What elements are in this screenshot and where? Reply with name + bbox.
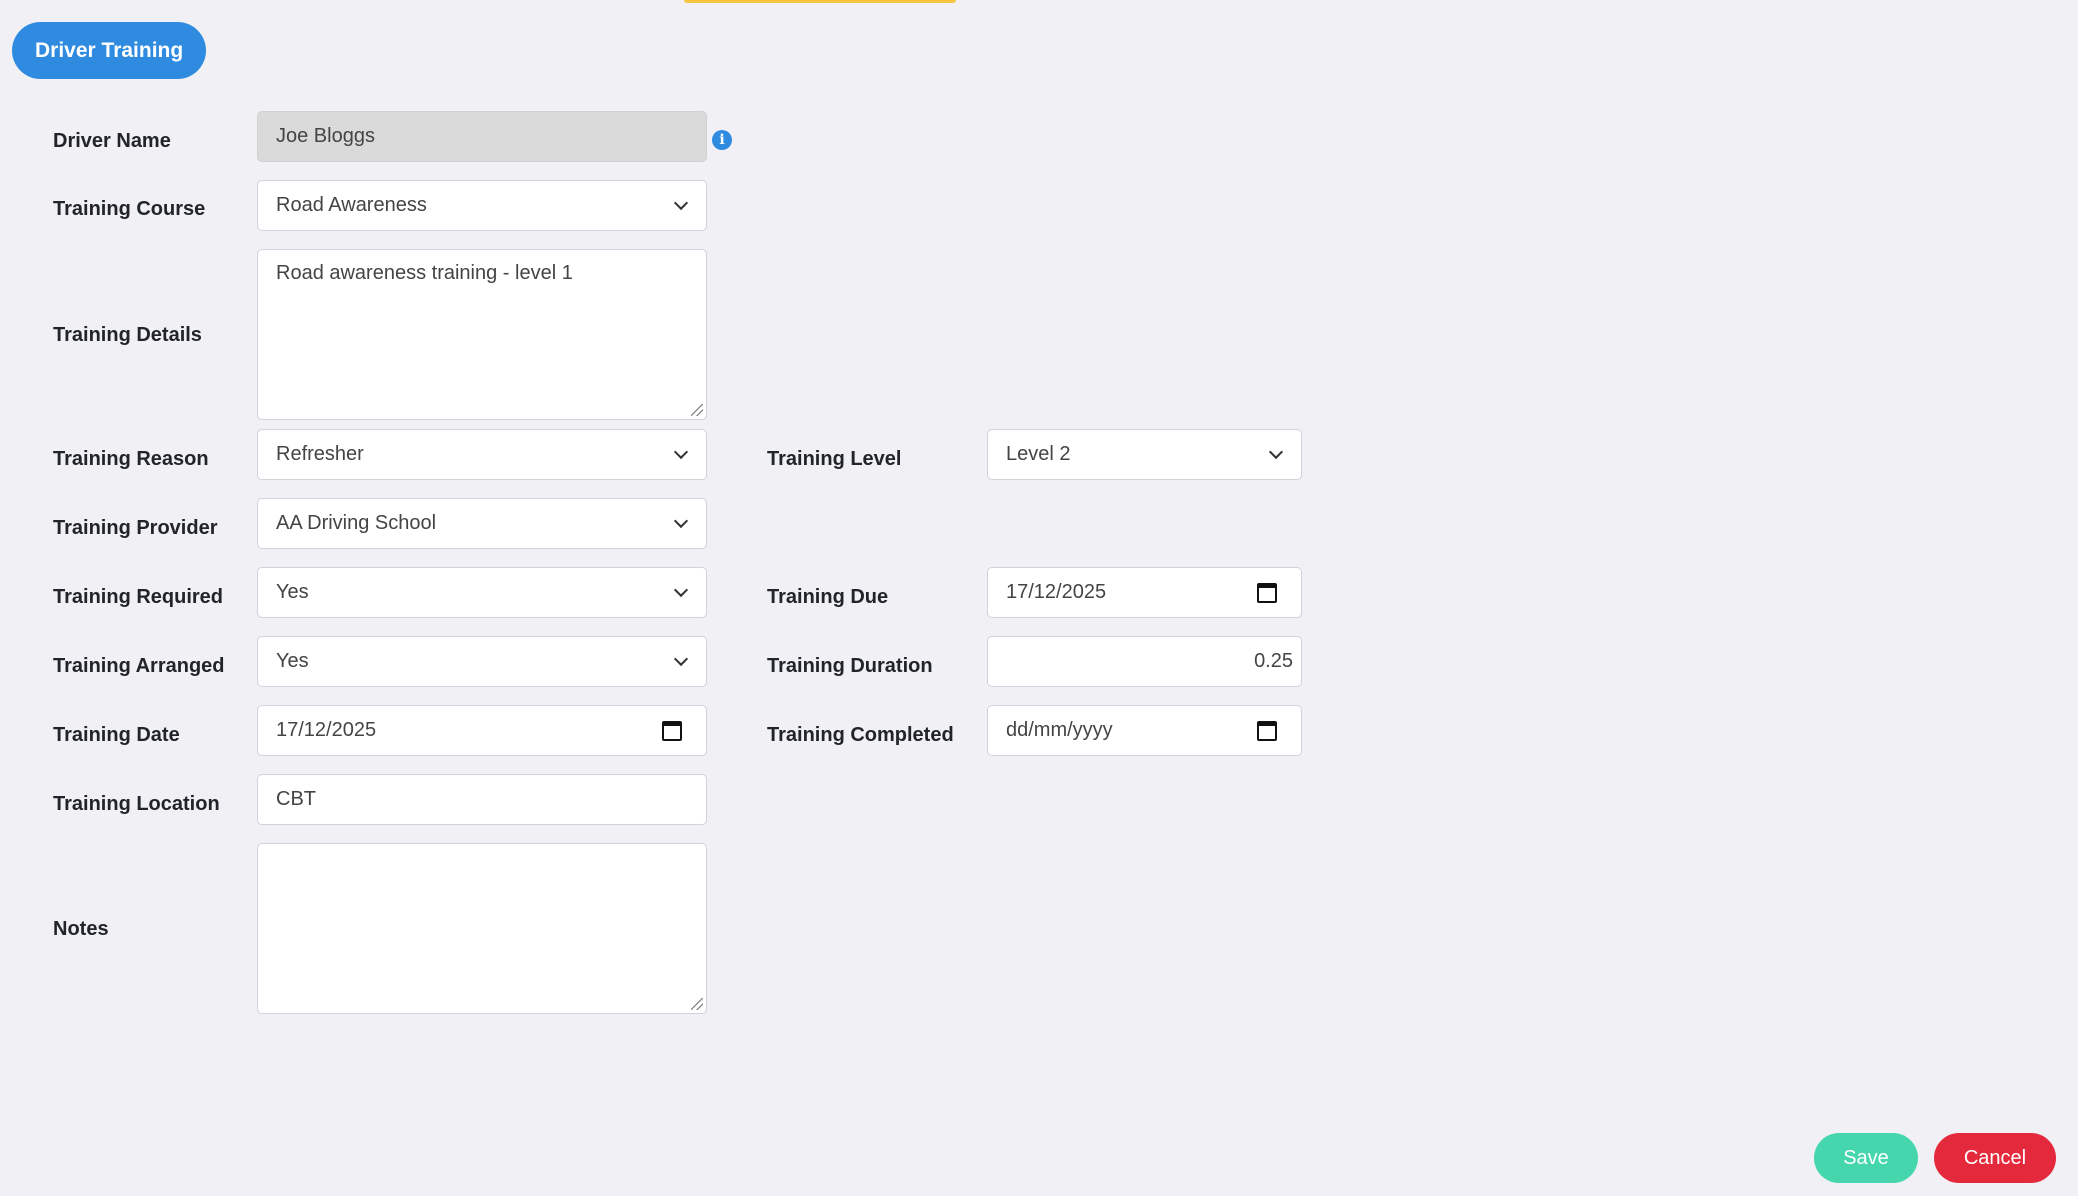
training-completed-label: Training Completed (767, 723, 954, 746)
training-required-value: Yes (276, 581, 309, 603)
driver-name-field: Joe Bloggs (257, 111, 707, 162)
driver-name-label: Driver Name (53, 129, 171, 152)
training-location-value: CBT (276, 788, 316, 810)
training-level-value: Level 2 (1006, 443, 1071, 465)
resize-grip-icon[interactable] (691, 404, 703, 416)
training-arranged-value: Yes (276, 650, 309, 672)
training-completed-date-input[interactable]: dd/mm/yyyy (987, 705, 1302, 756)
driver-training-page: Driver Training Driver Name Joe Bloggs i… (0, 0, 2078, 1196)
training-reason-select[interactable]: Refresher (257, 429, 707, 480)
training-duration-label: Training Duration (767, 654, 933, 677)
driver-name-value: Joe Bloggs (276, 125, 375, 147)
info-icon[interactable]: i (712, 130, 732, 150)
training-provider-select[interactable]: AA Driving School (257, 498, 707, 549)
training-arranged-select[interactable]: Yes (257, 636, 707, 687)
notes-label: Notes (53, 917, 109, 940)
chevron-down-icon (673, 444, 689, 459)
chevron-down-icon (673, 651, 689, 666)
training-location-input[interactable]: CBT (257, 774, 707, 825)
calendar-icon[interactable] (1257, 720, 1277, 741)
training-details-label: Training Details (53, 323, 202, 346)
training-location-label: Training Location (53, 792, 220, 815)
training-details-textarea[interactable]: Road awareness training - level 1 (257, 249, 707, 420)
calendar-icon[interactable] (1257, 582, 1277, 603)
training-details-value: Road awareness training - level 1 (276, 262, 573, 284)
chevron-down-icon (1268, 444, 1284, 459)
driver-training-tab[interactable]: Driver Training (12, 22, 207, 79)
training-reason-label: Training Reason (53, 447, 209, 470)
resize-grip-icon[interactable] (691, 998, 703, 1010)
training-course-value: Road Awareness (276, 194, 427, 216)
training-level-label: Training Level (767, 447, 902, 470)
training-due-value: 17/12/2025 (1006, 581, 1107, 603)
training-provider-label: Training Provider (53, 516, 218, 539)
training-due-date-input[interactable]: 17/12/2025 (987, 567, 1302, 618)
cancel-button[interactable]: Cancel (1934, 1133, 2056, 1183)
training-completed-placeholder: dd/mm/yyyy (1006, 719, 1113, 741)
notes-textarea[interactable] (257, 843, 707, 1014)
training-arranged-label: Training Arranged (53, 654, 225, 677)
training-date-label: Training Date (53, 723, 180, 746)
training-due-label: Training Due (767, 585, 889, 608)
training-duration-value: 0.25 (1254, 650, 1293, 672)
training-provider-value: AA Driving School (276, 512, 437, 534)
chevron-down-icon (673, 195, 689, 210)
training-duration-input[interactable]: 0.25 (987, 636, 1302, 687)
top-accent-bar (684, 0, 956, 3)
training-date-value: 17/12/2025 (276, 719, 377, 741)
training-reason-value: Refresher (276, 443, 364, 465)
training-date-input[interactable]: 17/12/2025 (257, 705, 707, 756)
training-level-select[interactable]: Level 2 (987, 429, 1302, 480)
chevron-down-icon (673, 513, 689, 528)
training-course-select[interactable]: Road Awareness (257, 180, 707, 231)
training-required-select[interactable]: Yes (257, 567, 707, 618)
save-button[interactable]: Save (1814, 1133, 1918, 1183)
training-required-label: Training Required (53, 585, 224, 608)
training-course-label: Training Course (53, 197, 206, 220)
calendar-icon[interactable] (662, 720, 682, 741)
chevron-down-icon (673, 582, 689, 597)
